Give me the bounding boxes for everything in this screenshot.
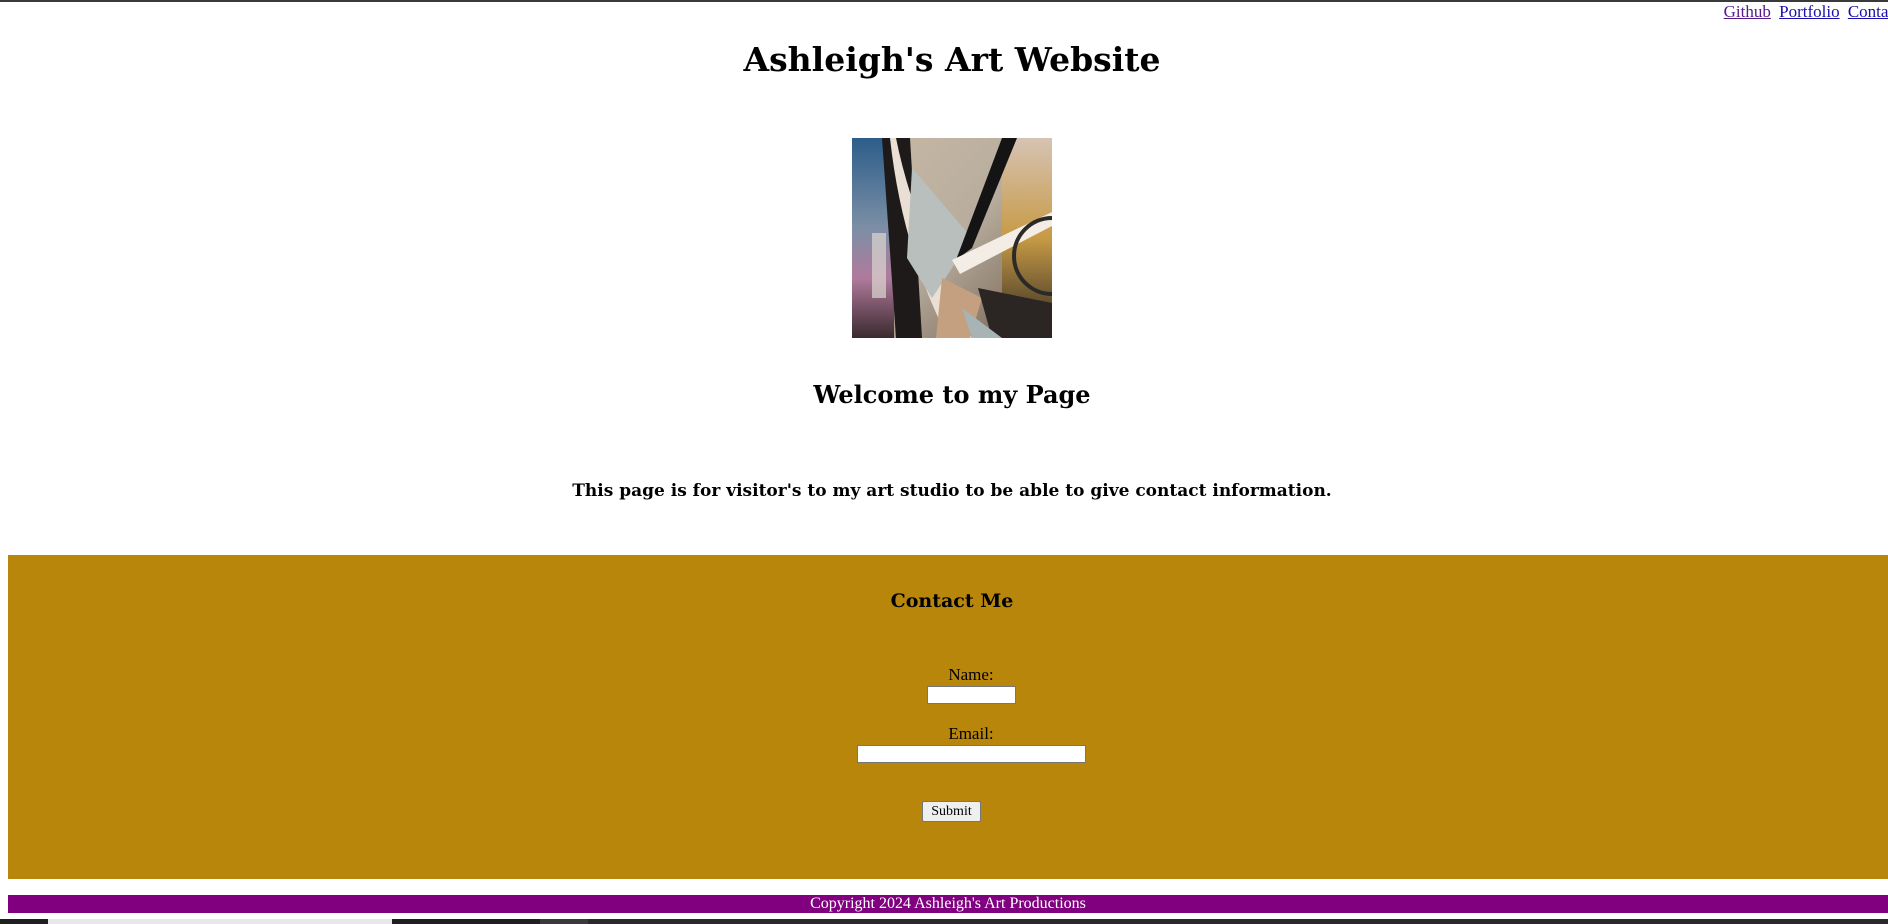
footer-copyright: Copyright 2024 Ashleigh's Art Production… (8, 895, 1888, 913)
email-field-group: Email: (8, 725, 1888, 763)
nav-link-portfolio[interactable]: Portfolio (1779, 2, 1839, 21)
abstract-artwork-image (852, 138, 1052, 338)
nav-link-contact[interactable]: Contac (1848, 2, 1888, 21)
name-input[interactable] (926, 686, 1016, 704)
site-title: Ashleigh's Art Website (743, 40, 1161, 79)
intro-text: This page is for visitor's to my art stu… (572, 481, 1332, 501)
name-label: Name: (948, 665, 994, 684)
welcome-heading: Welcome to my Page (813, 380, 1091, 409)
artwork-image-icon (852, 138, 1052, 338)
name-field-group: Name: (8, 666, 1888, 704)
nav-link-github[interactable]: Github (1724, 2, 1771, 21)
email-label: Email: (948, 724, 994, 743)
top-nav: Github Portfolio Contac (1720, 3, 1888, 21)
taskbar-strip (0, 919, 1888, 924)
email-input[interactable] (856, 745, 1086, 763)
submit-button[interactable]: Submit (922, 801, 981, 822)
contact-section: Contact Me Name: Email: Submit (8, 555, 1888, 879)
contact-heading: Contact Me (890, 590, 1014, 612)
window-top-border (0, 0, 1888, 2)
